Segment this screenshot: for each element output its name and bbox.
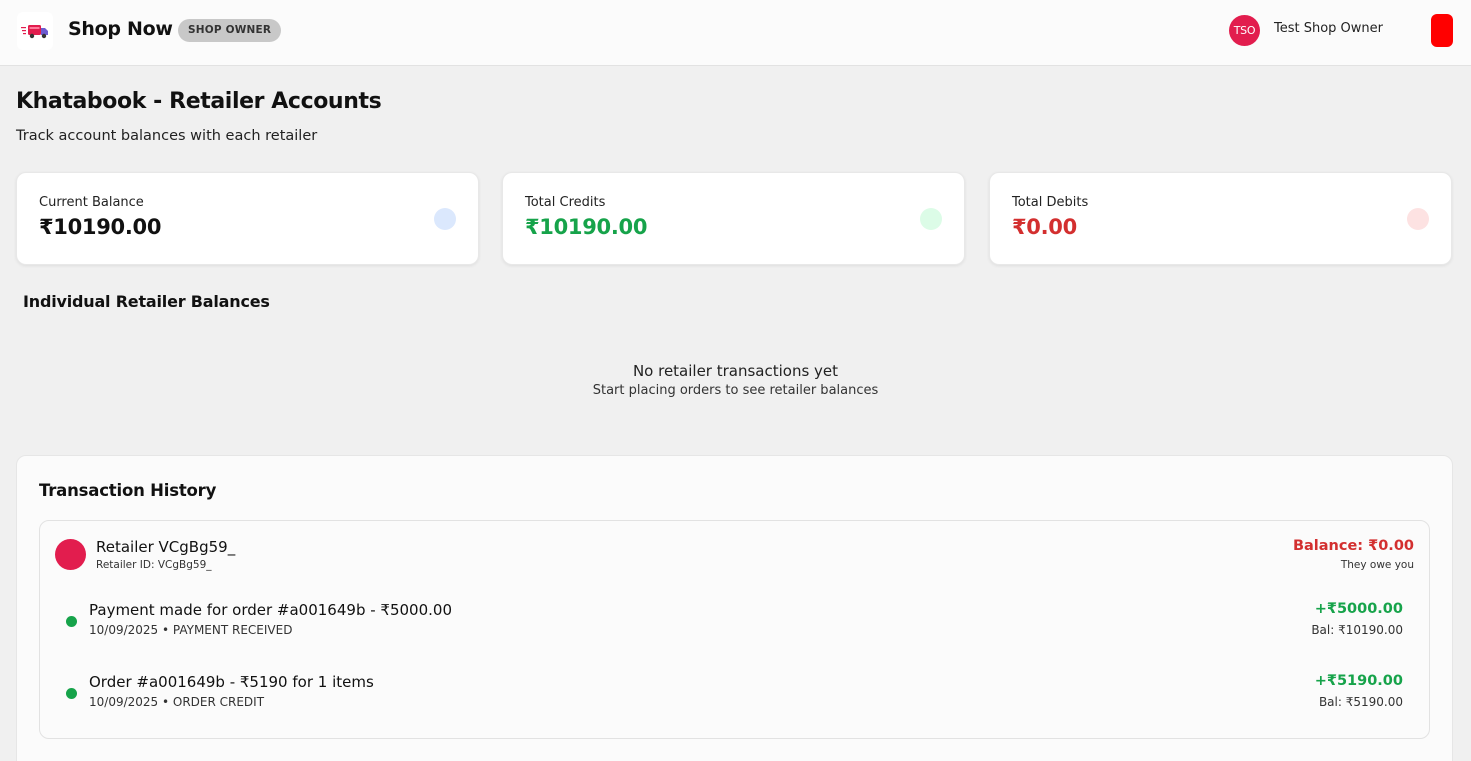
transaction-history-title: Transaction History [39, 481, 217, 500]
user-name[interactable]: Test Shop Owner [1274, 21, 1383, 36]
stat-label: Current Balance [39, 195, 144, 210]
transaction-balance: Bal: ₹10190.00 [1311, 623, 1403, 637]
delivery-truck-icon [21, 25, 48, 39]
credit-status-dot [66, 616, 77, 627]
top-header: Shop Now SHOP OWNER TSO Test Shop Owner [0, 0, 1471, 66]
transaction-description: Payment made for order #a001649b - ₹5000… [89, 601, 452, 619]
transaction-amount: +₹5000.00 [1314, 601, 1403, 617]
retailer-name: Retailer VCgBg59_ [96, 538, 236, 556]
stat-value: ₹10190.00 [39, 215, 162, 239]
brand-name[interactable]: Shop Now [68, 18, 173, 40]
balance-icon [434, 208, 456, 230]
empty-state-subtitle: Start placing orders to see retailer bal… [592, 383, 879, 398]
transaction-description: Order #a001649b - ₹5190 for 1 items [89, 673, 374, 691]
current-balance-card: Current Balance ₹10190.00 [16, 172, 479, 265]
transaction-meta: 10/09/2025 • PAYMENT RECEIVED [89, 623, 293, 637]
retailer-avatar [55, 539, 86, 570]
stat-label: Total Credits [525, 195, 606, 210]
user-avatar[interactable]: TSO [1229, 15, 1260, 46]
credit-status-dot [66, 688, 77, 699]
page-subtitle: Track account balances with each retaile… [16, 128, 318, 144]
page-title: Khatabook - Retailer Accounts [16, 89, 382, 114]
role-badge: SHOP OWNER [178, 19, 282, 42]
total-credits-card: Total Credits ₹10190.00 [502, 172, 965, 265]
app-logo[interactable] [17, 12, 53, 50]
debits-icon [1407, 208, 1429, 230]
total-debits-card: Total Debits ₹0.00 [989, 172, 1452, 265]
retailer-id: Retailer ID: VCgBg59_ [96, 559, 212, 571]
transaction-history-panel: Transaction History Retailer VCgBg59_ Re… [16, 455, 1453, 761]
empty-state-title: No retailer transactions yet [632, 362, 839, 380]
retailer-card[interactable]: Retailer VCgBg59_ Retailer ID: VCgBg59_ … [39, 520, 1430, 739]
retailer-balances-title: Individual Retailer Balances [23, 292, 270, 311]
retailer-balance: Balance: ₹0.00 [1292, 538, 1414, 554]
transaction-row: Order #a001649b - ₹5190 for 1 items 10/0… [66, 673, 1403, 717]
stat-label: Total Debits [1012, 195, 1089, 210]
transaction-balance: Bal: ₹5190.00 [1318, 695, 1403, 709]
logout-button[interactable] [1431, 14, 1453, 47]
transaction-amount: +₹5190.00 [1314, 673, 1403, 689]
stat-value: ₹0.00 [1012, 215, 1077, 239]
credits-icon [920, 208, 942, 230]
transaction-meta: 10/09/2025 • ORDER CREDIT [89, 695, 265, 709]
stat-value: ₹10190.00 [525, 215, 648, 239]
transaction-row: Payment made for order #a001649b - ₹5000… [66, 601, 1403, 645]
retailer-owe-text: They owe you [1340, 559, 1414, 571]
